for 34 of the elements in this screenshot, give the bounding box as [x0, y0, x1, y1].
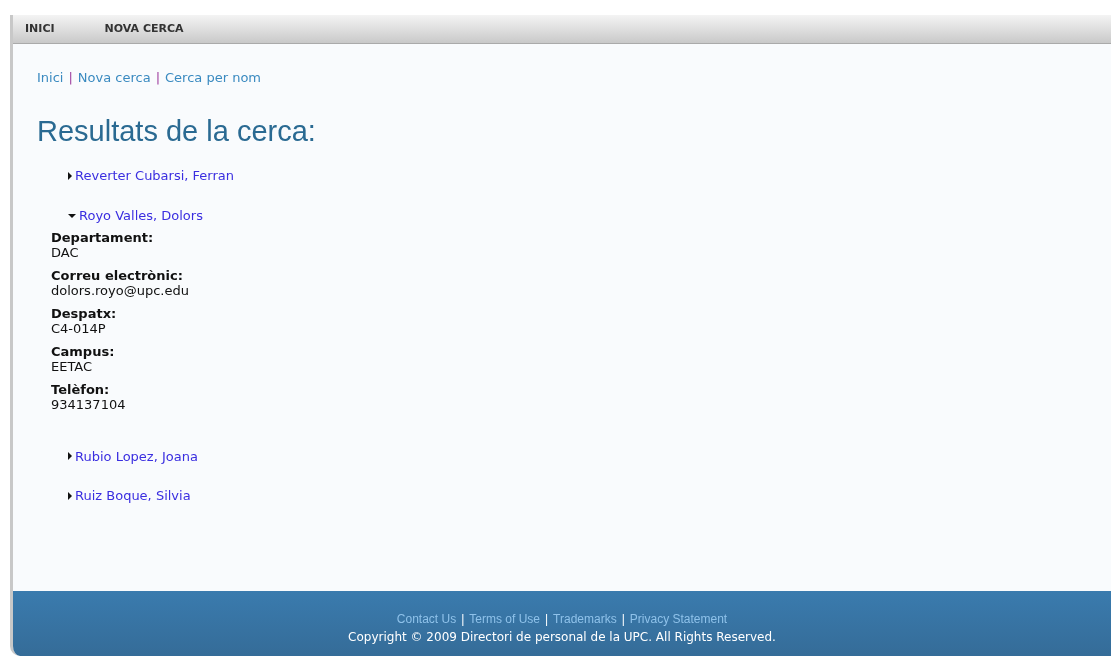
collapse-caret-icon[interactable]	[68, 213, 76, 218]
breadcrumb-link[interactable]: Inici	[37, 70, 64, 85]
separator: |	[621, 611, 625, 626]
separator: |	[461, 611, 465, 626]
field-value: EETAC	[51, 358, 93, 374]
separator: |	[545, 611, 549, 626]
result-link[interactable]: Rubio Lopez, Joana	[75, 446, 198, 467]
field-value: C4-014P	[51, 321, 106, 336]
field-label: Departament:	[51, 231, 155, 247]
field-value: 934137104	[51, 396, 126, 412]
footer-link[interactable]: Trademarks	[553, 611, 617, 626]
page-title: Resultats de la cerca:	[37, 113, 317, 149]
expand-caret-icon[interactable]	[68, 452, 72, 461]
footer-link[interactable]: Privacy Statement	[629, 611, 728, 626]
expand-caret-icon[interactable]	[68, 172, 72, 181]
separator: |	[155, 70, 161, 85]
field-label: Campus:	[51, 344, 116, 360]
breadcrumb-link[interactable]: Nova cerca	[77, 70, 151, 85]
menu-link[interactable]: NOVA CERCA	[104, 20, 184, 38]
footer-link[interactable]: Contact Us	[396, 611, 457, 626]
result-link[interactable]: Royo Valles, Dolors	[79, 205, 203, 226]
field-label: Correu electrònic:	[51, 269, 184, 285]
expand-caret-icon[interactable]	[68, 491, 72, 500]
result-link[interactable]: Reverter Cubarsi, Ferran	[75, 166, 234, 186]
footer-link[interactable]: Terms of Use	[469, 611, 540, 626]
copyright-text: Copyright © 2009 Directori de personal de la UPC. All Rights Reserved.	[348, 628, 776, 646]
separator: |	[68, 70, 73, 85]
menu-link[interactable]: INICI	[25, 20, 55, 38]
result-link[interactable]: Ruiz Boque, Silvia	[75, 486, 191, 506]
breadcrumb-link[interactable]: Cerca per nom	[165, 70, 261, 85]
field-value: dolors.royo@upc.edu	[51, 283, 189, 299]
field-label: Despatx:	[51, 307, 118, 322]
field-label: Telèfon:	[51, 382, 111, 398]
field-value: DAC	[51, 245, 79, 261]
